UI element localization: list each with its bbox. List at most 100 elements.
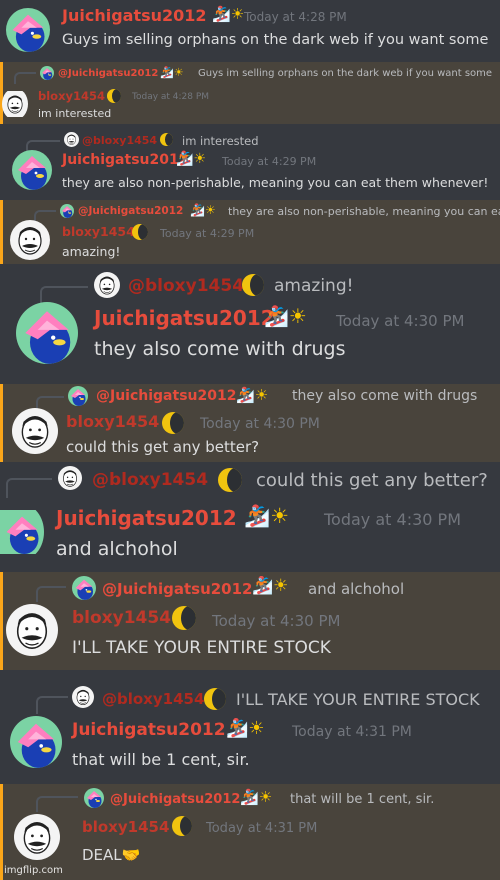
message-chunk-6: @Juichigatsu2012 🏂☀ they also come with … (0, 384, 500, 462)
reply-username[interactable]: @Juichigatsu2012 (78, 205, 183, 217)
reply-text[interactable]: amazing! (274, 276, 353, 296)
juichigatsu-avatar[interactable] (10, 716, 62, 768)
reply-avatar (72, 576, 96, 600)
reply-avatar (94, 272, 120, 298)
username[interactable]: Juichigatsu2012 (94, 306, 275, 330)
snowboarder-icon: 🏂 (176, 151, 194, 167)
snowboarder-icon: 🏂 (160, 66, 174, 79)
snowboarder-icon: 🏂 (236, 386, 255, 404)
sun-icon: ☀ (270, 504, 289, 528)
user-badges: 🏂☀ (244, 504, 289, 529)
message-text: they are also non-perishable, meaning yo… (62, 175, 489, 190)
juichigatsu-avatar[interactable] (12, 150, 52, 190)
username[interactable]: bloxy1454 (62, 224, 135, 239)
reply-badges: 🏂☀ (160, 66, 184, 79)
timestamp: Today at 4:30 PM (212, 612, 341, 630)
juichigatsu-avatar[interactable] (16, 302, 78, 364)
message-text: DEAL🤝 (82, 846, 141, 864)
timestamp: Today at 4:28 PM (244, 10, 347, 24)
username[interactable]: Juichigatsu2012 (72, 720, 226, 740)
username[interactable]: Juichigatsu2012 (62, 6, 207, 25)
username[interactable]: bloxy1454 (66, 412, 159, 431)
message-chunk-8: @Juichigatsu2012 🏂☀ and alchohol bloxy14… (0, 572, 500, 670)
user-badges: 🏂☀ (176, 151, 206, 167)
message-chunk-2: @Juichigatsu2012 🏂☀ Guys im selling orph… (0, 62, 500, 124)
reply-username[interactable]: @bloxy1454 (92, 470, 208, 490)
moon-icon (218, 468, 242, 492)
sun-icon: ☀ (248, 718, 265, 739)
timestamp: Today at 4:30 PM (200, 416, 320, 432)
username[interactable]: bloxy1454 (38, 89, 105, 103)
user-badges: 🏂☀ (212, 5, 244, 23)
reply-connector (14, 72, 36, 84)
sun-icon: ☀ (193, 151, 206, 167)
username[interactable]: bloxy1454 (82, 818, 169, 836)
moon-icon (132, 224, 148, 240)
reply-avatar (60, 204, 74, 218)
message-chunk-5: @bloxy1454 amazing! Juichigatsu2012 🏂☀ T… (0, 266, 500, 382)
username[interactable]: bloxy1454 (72, 608, 171, 628)
snowboarder-icon: 🏂 (226, 718, 249, 739)
reply-username[interactable]: @Juichigatsu2012 (96, 388, 236, 404)
username[interactable]: Juichigatsu2012 (56, 506, 237, 530)
timestamp: Today at 4:31 PM (206, 821, 318, 836)
reply-avatar (68, 386, 88, 406)
reply-connector (36, 586, 66, 602)
moon-icon (172, 606, 196, 630)
reply-username[interactable]: @Juichigatsu2012 (102, 580, 253, 598)
user-badges: 🏂☀ (226, 718, 265, 739)
juichigatsu-avatar[interactable] (0, 504, 44, 560)
moon-icon (204, 688, 226, 710)
reply-text[interactable]: they also come with drugs (292, 388, 477, 404)
timestamp: Today at 4:30 PM (336, 312, 465, 330)
reply-username[interactable]: @Juichigatsu2012 (110, 792, 240, 807)
reply-avatar (72, 686, 94, 708)
reply-text[interactable]: I'LL TAKE YOUR ENTIRE STOCK (236, 690, 480, 709)
user-badges: 🏂☀ (264, 304, 307, 328)
juichigatsu-avatar[interactable] (6, 8, 50, 52)
moon-icon (107, 89, 121, 103)
reply-connector (36, 696, 68, 714)
message-text: they also come with drugs (94, 338, 346, 360)
reply-avatar (84, 788, 104, 808)
message-chunk-10: @Juichigatsu2012 🏂☀ that will be 1 cent,… (0, 784, 500, 880)
message-chunk-4: @Juichigatsu2012 🏂☀ they are also non-pe… (0, 200, 500, 264)
reply-username[interactable]: @bloxy1454 (128, 276, 244, 296)
reply-text[interactable]: could this get any better? (256, 470, 488, 491)
reply-text[interactable]: and alchohol (308, 580, 404, 598)
username[interactable]: Juichigatsu2012 (62, 152, 188, 168)
sun-icon: ☀ (173, 66, 184, 79)
bloxy-avatar[interactable] (12, 408, 58, 454)
reply-username[interactable]: @bloxy1454 (102, 690, 204, 708)
bloxy-avatar[interactable] (2, 88, 28, 120)
reply-avatar (64, 132, 79, 147)
reply-connector (34, 210, 56, 222)
moon-icon (242, 274, 264, 296)
message-text: amazing! (62, 244, 121, 259)
reply-text[interactable]: they are also non-perishable, meaning yo… (228, 205, 500, 218)
sun-icon: ☀ (254, 386, 269, 404)
reply-username[interactable]: @Juichigatsu2012 (58, 68, 158, 79)
reply-connector (6, 478, 52, 498)
message-chunk-3: @bloxy1454 im interested Juichigatsu2012… (0, 126, 500, 198)
timestamp: Today at 4:29 PM (160, 227, 255, 240)
bloxy-avatar[interactable] (10, 220, 50, 260)
imgflip-watermark: imgflip.com (4, 865, 63, 876)
bloxy-avatar[interactable] (14, 814, 60, 860)
reply-username[interactable]: @bloxy1454 (82, 134, 157, 147)
message-text: that will be 1 cent, sir. (72, 750, 250, 769)
snowboarder-icon: 🏂 (252, 576, 274, 596)
sun-icon: ☀ (258, 788, 273, 806)
sun-icon: ☀ (288, 304, 307, 328)
moon-icon (160, 133, 173, 146)
reply-text[interactable]: Guys im selling orphans on the dark web … (198, 68, 492, 79)
reply-text[interactable]: im interested (182, 134, 259, 148)
bloxy-avatar[interactable] (6, 604, 58, 656)
moon-icon (162, 412, 184, 434)
sun-icon: ☀ (204, 203, 216, 217)
moon-icon (172, 816, 192, 836)
sun-icon: ☀ (230, 5, 245, 23)
message-text: im interested (38, 107, 112, 120)
timestamp: Today at 4:30 PM (324, 510, 461, 529)
reply-text[interactable]: that will be 1 cent, sir. (290, 792, 434, 807)
